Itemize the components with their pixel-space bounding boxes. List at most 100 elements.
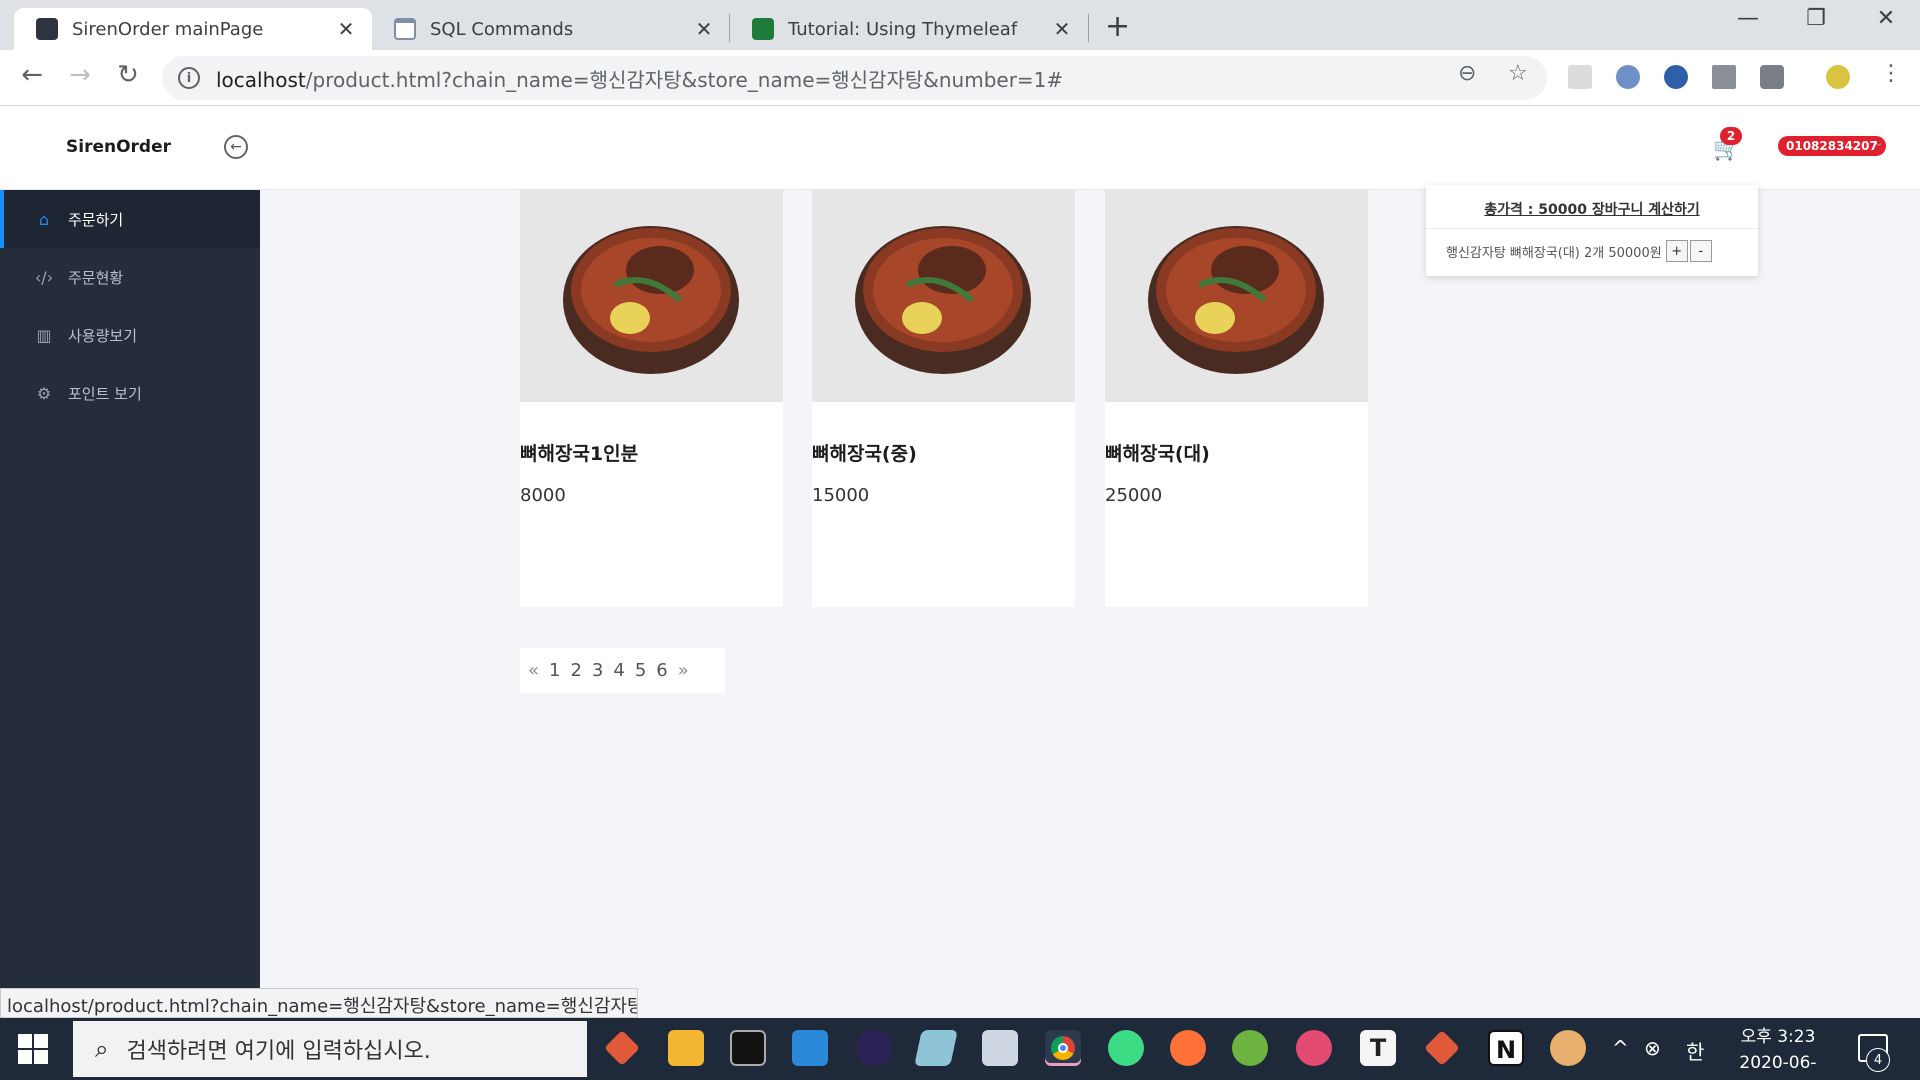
page-link-5[interactable]: 5	[635, 660, 646, 681]
tab-title: Tutorial: Using Thymeleaf	[788, 18, 1018, 40]
reload-icon[interactable]: ↻	[110, 60, 146, 90]
snipping-tool-icon[interactable]	[1296, 1030, 1332, 1066]
app-header: SirenOrder ← 🛒 2 01082834207 ⌄	[0, 107, 1920, 190]
eclipse-icon[interactable]	[856, 1030, 892, 1066]
page-link-6[interactable]: 6	[656, 660, 667, 681]
git-kraken-icon[interactable]	[604, 1030, 640, 1066]
sidebar-item-points[interactable]: ⚙ 포인트 보기	[0, 364, 260, 422]
page-link-4[interactable]: 4	[613, 660, 624, 681]
notification-count-badge: 4	[1866, 1048, 1890, 1072]
checkout-link[interactable]: 총가격 : 50000 장바구니 계산하기	[1426, 199, 1758, 219]
paint-icon[interactable]	[1550, 1030, 1586, 1066]
extension-icon[interactable]	[1664, 65, 1688, 89]
taskbar-clock[interactable]: 오후 3:23 2020-06-02	[1733, 1024, 1823, 1080]
new-tab-button[interactable]: +	[1105, 9, 1130, 44]
code-icon: ‹/›	[34, 267, 54, 287]
close-icon[interactable]: ✕	[1052, 17, 1072, 41]
sidebar-item-label: 포인트 보기	[68, 384, 142, 403]
profile-avatar[interactable]	[1826, 65, 1850, 89]
ime-indicator[interactable]: 한	[1686, 1036, 1704, 1065]
notepad-icon[interactable]	[914, 1030, 958, 1066]
terminal-icon[interactable]	[730, 1030, 766, 1066]
clock-time: 오후 3:23	[1740, 1027, 1816, 1047]
product-image[interactable]	[520, 190, 783, 402]
chevron-down-icon[interactable]: ⌄	[1874, 135, 1884, 149]
typora-icon[interactable]: T	[1360, 1030, 1396, 1066]
url-path: /product.html?chain_name=행신감자탕&store_nam…	[305, 67, 1064, 92]
prev-page-link[interactable]: «	[528, 660, 539, 681]
file-explorer-icon[interactable]	[668, 1030, 704, 1066]
page-link-2[interactable]: 2	[570, 660, 581, 681]
firefox-icon[interactable]	[1170, 1030, 1206, 1066]
tab-title: SirenOrder mainPage	[72, 18, 264, 40]
product-image[interactable]	[1105, 190, 1368, 402]
extension-icon[interactable]	[1760, 65, 1784, 89]
extension-icon[interactable]	[1568, 65, 1592, 89]
forward-arrow-icon[interactable]: →	[62, 60, 98, 90]
close-circle-icon[interactable]: ⊗	[1644, 1036, 1661, 1060]
android-studio-icon[interactable]	[1108, 1030, 1144, 1066]
product-name: 뼈해장국(중)	[812, 443, 917, 465]
product-price: 15000	[812, 485, 870, 506]
divider	[1426, 228, 1758, 229]
url-host: localhost	[216, 67, 306, 92]
sidebar-item-label: 사용량보기	[68, 326, 138, 345]
menu-kebab-icon[interactable]: ⋮	[1880, 61, 1902, 86]
tab-sql-commands[interactable]: SQL Commands ✕	[372, 8, 730, 50]
home-icon: ⌂	[38, 209, 50, 229]
windows-start-icon[interactable]	[18, 1034, 48, 1064]
product-card[interactable]: 뼈해장국(중) 15000	[812, 190, 1075, 607]
quantity-minus-button[interactable]: -	[1689, 240, 1712, 262]
tab-thymeleaf[interactable]: Tutorial: Using Thymeleaf ✕	[730, 8, 1088, 50]
product-name: 뼈해장국(대)	[1105, 443, 1210, 465]
vscode-icon[interactable]	[792, 1030, 828, 1066]
star-icon[interactable]: ☆	[1508, 61, 1528, 86]
taskbar-search-input[interactable]: ⌕ 검색하려면 여기에 입력하십시오.	[73, 1021, 587, 1077]
notion-icon[interactable]: N	[1488, 1030, 1524, 1066]
database-icon[interactable]	[982, 1030, 1018, 1066]
status-url-bubble: localhost/product.html?chain_name=행신감자탕&…	[0, 988, 638, 1018]
address-bar[interactable]: i localhost/product.html?chain_name=행신감자…	[162, 56, 1547, 100]
brand-logo[interactable]: SirenOrder	[66, 137, 171, 157]
page-link-1[interactable]: 1	[549, 660, 560, 681]
close-icon[interactable]: ✕	[336, 17, 356, 41]
cart-dropdown: 총가격 : 50000 장바구니 계산하기 행신감자탕 뼈해장국(대) 2개 5…	[1426, 185, 1758, 276]
back-arrow-icon[interactable]: ←	[14, 60, 50, 90]
product-price: 8000	[520, 485, 566, 506]
thymeleaf-leaf-icon	[752, 18, 774, 40]
sidebar-item-label: 주문하기	[68, 210, 124, 229]
close-window-button[interactable]: ✕	[1856, 6, 1916, 31]
quantity-plus-button[interactable]: +	[1665, 240, 1688, 262]
user-phone-badge[interactable]: 01082834207	[1778, 136, 1886, 156]
product-card[interactable]: 뼈해장국(대) 25000	[1105, 190, 1368, 607]
sidebar-item-label: 주문현황	[68, 268, 124, 287]
search-placeholder: 검색하려면 여기에 입력하십시오.	[126, 1039, 431, 1064]
bar-chart-icon: ▥	[36, 325, 52, 345]
minimize-button[interactable]: —	[1718, 6, 1778, 31]
zoom-icon[interactable]: ⊖	[1458, 61, 1476, 86]
sidebar-toggle-icon[interactable]: ←	[224, 135, 248, 159]
next-page-link[interactable]: »	[678, 660, 689, 681]
sidebar-item-usage[interactable]: ▥ 사용량보기	[0, 306, 260, 364]
vue-devtools-icon[interactable]	[1712, 65, 1736, 89]
extension-icon[interactable]	[1616, 65, 1640, 89]
sidebar-item-order-status[interactable]: ‹/› 주문현황	[0, 248, 260, 306]
product-card[interactable]: 뼈해장국1인분 8000	[520, 190, 783, 607]
browser-toolbar: ← → ↻ i localhost/product.html?chain_nam…	[0, 50, 1920, 106]
page-link-3[interactable]: 3	[592, 660, 603, 681]
chrome-icon[interactable]	[1045, 1030, 1081, 1066]
close-icon[interactable]: ✕	[694, 17, 714, 41]
url-text: localhost/product.html?chain_name=행신감자탕&…	[216, 64, 1063, 93]
cart-item-text: 행신감자탕 뼈해장국(대) 2개 50000원	[1446, 245, 1662, 261]
spring-tool-icon[interactable]	[1232, 1030, 1268, 1066]
tab-sirenorder[interactable]: SirenOrder mainPage ✕	[14, 8, 372, 50]
product-image[interactable]	[812, 190, 1075, 402]
restore-button[interactable]: ❐	[1786, 6, 1846, 31]
git-kraken-icon[interactable]	[1424, 1030, 1460, 1066]
tab-divider	[1088, 14, 1089, 42]
product-price: 25000	[1105, 485, 1163, 506]
sidebar: ⌂ 주문하기 ‹/› 주문현황 ▥ 사용량보기 ⚙ 포인트 보기	[0, 190, 260, 1018]
sidebar-item-order[interactable]: ⌂ 주문하기	[0, 190, 260, 248]
chevron-up-icon[interactable]: ^	[1612, 1036, 1629, 1060]
info-icon[interactable]: i	[178, 67, 200, 89]
